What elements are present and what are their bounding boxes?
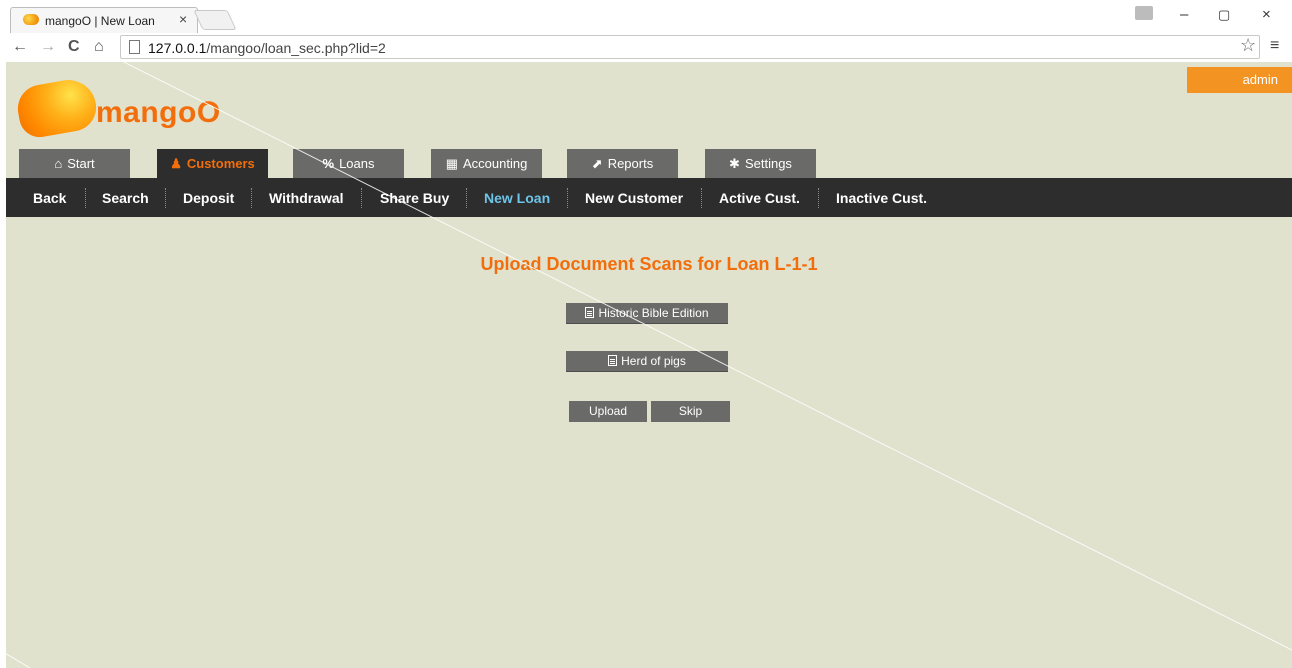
- new-tab-button[interactable]: [193, 10, 237, 30]
- user-icon: ♟: [170, 156, 182, 171]
- gear-icon: ✱: [729, 156, 740, 171]
- file-input-herd-of-pigs[interactable]: Herd of pigs: [566, 351, 728, 372]
- subnav-back[interactable]: Back: [33, 190, 66, 206]
- subnav-separator: [251, 188, 252, 208]
- tab-start[interactable]: ⌂ Start: [19, 149, 130, 178]
- forward-arrow-icon[interactable]: →: [40, 38, 56, 56]
- mango-logo-icon: [14, 75, 100, 141]
- tab-customers[interactable]: ♟ Customers: [157, 149, 268, 178]
- browser-tabstrip: mangoO | New Loan × – ▢ ×: [0, 0, 1292, 33]
- subnav-active-cust[interactable]: Active Cust.: [719, 190, 800, 206]
- subnav-separator: [701, 188, 702, 208]
- file-input-historic-bible[interactable]: Historic Bible Edition: [566, 303, 728, 324]
- back-arrow-icon[interactable]: ←: [12, 38, 28, 56]
- close-window-button[interactable]: ×: [1262, 6, 1271, 23]
- subnav-separator: [165, 188, 166, 208]
- subnav-search[interactable]: Search: [102, 190, 149, 206]
- mango-favicon-icon: [23, 14, 39, 25]
- page-icon: [129, 40, 140, 54]
- tab-accounting[interactable]: ▦ Accounting: [431, 149, 542, 178]
- browser-tab[interactable]: mangoO | New Loan ×: [10, 7, 198, 33]
- home-icon[interactable]: ⌂: [94, 38, 104, 56]
- mangoo-logo[interactable]: mangoO: [14, 75, 256, 141]
- subnav-deposit[interactable]: Deposit: [183, 190, 234, 206]
- subnav-separator: [818, 188, 819, 208]
- tab-reports[interactable]: ⬈ Reports: [567, 149, 678, 178]
- subnav-inactive-cust[interactable]: Inactive Cust.: [836, 190, 927, 206]
- logo-text: mangoO: [96, 96, 221, 129]
- minimize-button[interactable]: –: [1180, 6, 1188, 23]
- tab-title: mangoO | New Loan: [45, 14, 155, 28]
- subnav-separator: [466, 188, 467, 208]
- page-body: mangoO admin ⌂ Start ♟ Customers % Loans ▦ A…: [6, 62, 1292, 668]
- document-icon: [585, 307, 595, 318]
- reload-icon[interactable]: C: [68, 38, 80, 56]
- subnav-new-loan[interactable]: New Loan: [484, 190, 550, 206]
- restore-button[interactable]: ▢: [1218, 7, 1230, 23]
- url-text: 127.0.0.1/mangoo/loan_sec.php?lid=2: [148, 40, 386, 56]
- browser-menu-icon[interactable]: ≡: [1270, 37, 1279, 55]
- user-badge[interactable]: admin: [1187, 67, 1292, 93]
- tab-settings[interactable]: ✱ Settings: [705, 149, 816, 178]
- address-bar[interactable]: 127.0.0.1/mangoo/loan_sec.php?lid=2: [120, 35, 1260, 59]
- sub-navigation: Back Search Deposit Withdrawal Share Buy…: [6, 178, 1292, 217]
- upload-button[interactable]: Upload: [569, 401, 647, 422]
- subnav-separator: [85, 188, 86, 208]
- skip-button[interactable]: Skip: [651, 401, 730, 422]
- subnav-separator: [567, 188, 568, 208]
- percent-icon: %: [322, 156, 335, 171]
- subnav-withdrawal[interactable]: Withdrawal: [269, 190, 344, 206]
- home-icon: ⌂: [54, 156, 63, 171]
- profile-icon[interactable]: [1135, 6, 1153, 20]
- calculator-icon: ▦: [445, 156, 458, 171]
- tab-loans[interactable]: % Loans: [293, 149, 404, 178]
- document-icon: [608, 355, 618, 366]
- bookmark-star-icon[interactable]: ☆: [1240, 35, 1256, 56]
- tab-close-icon[interactable]: ×: [179, 11, 187, 27]
- chart-icon: ⬈: [591, 156, 603, 171]
- subnav-share-buy[interactable]: Share Buy: [380, 190, 449, 206]
- page-title: Upload Document Scans for Loan L-1-1: [480, 254, 818, 274]
- browser-toolbar: ← → C ⌂ 127.0.0.1/mangoo/loan_sec.php?li…: [0, 33, 1292, 62]
- subnav-separator: [361, 188, 362, 208]
- subnav-new-customer[interactable]: New Customer: [585, 190, 683, 206]
